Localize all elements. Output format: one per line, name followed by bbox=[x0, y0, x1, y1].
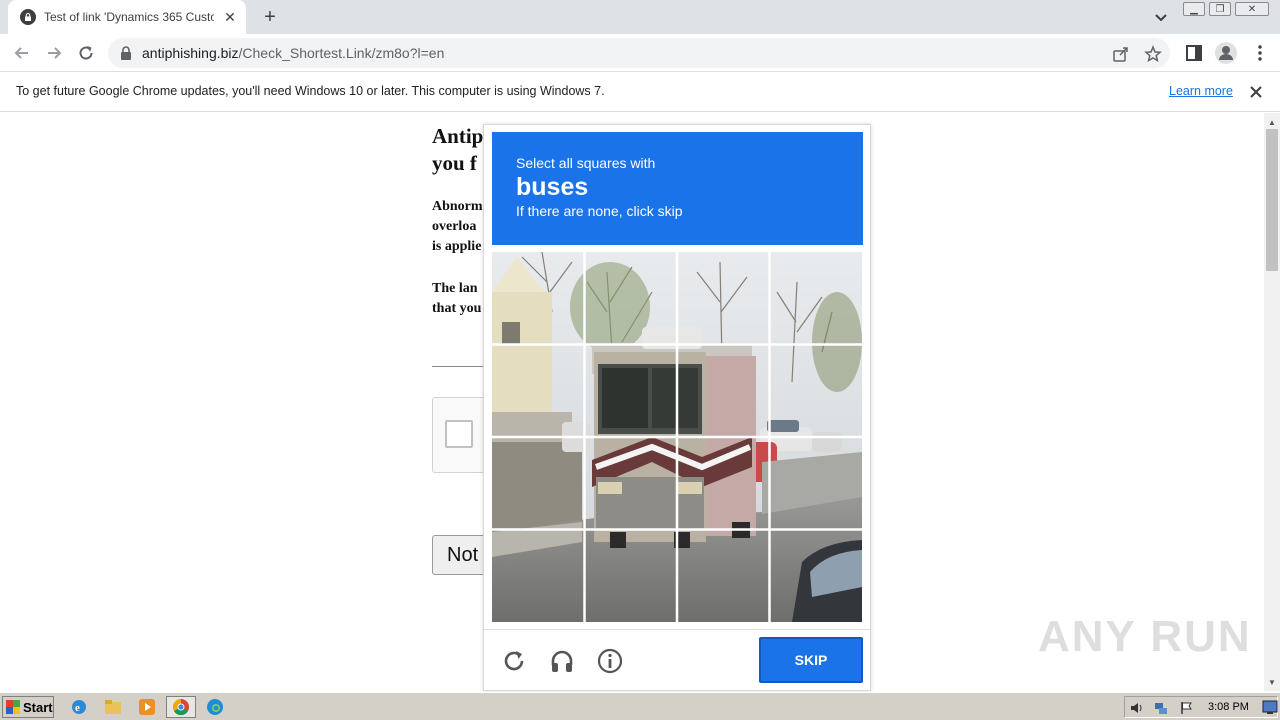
learn-more-link[interactable]: Learn more bbox=[1169, 84, 1233, 98]
reload-icon bbox=[79, 46, 93, 60]
reload-button[interactable] bbox=[74, 41, 98, 65]
windows-flag-icon bbox=[6, 700, 20, 714]
page-scrollbar[interactable]: ▲ ▼ bbox=[1264, 113, 1280, 691]
media-player-icon[interactable] bbox=[136, 697, 158, 717]
lock-icon[interactable] bbox=[120, 46, 132, 60]
scroll-up-arrow-icon[interactable]: ▲ bbox=[1264, 115, 1280, 129]
captcha-footer: SKIP bbox=[484, 629, 870, 691]
restore-window-button[interactable]: ❐ bbox=[1209, 2, 1231, 16]
street-bus-photo bbox=[492, 252, 862, 622]
internet-explorer-icon[interactable]: e bbox=[68, 697, 90, 717]
url-text[interactable]: antiphishing.biz/Check_Shortest.Link/zm8… bbox=[142, 45, 444, 61]
scroll-down-arrow-icon[interactable]: ▼ bbox=[1264, 675, 1280, 689]
captcha-image-grid bbox=[492, 252, 862, 622]
close-window-button[interactable]: ✕ bbox=[1235, 2, 1269, 16]
infobar-close-icon[interactable] bbox=[1248, 84, 1264, 100]
browser-toolbar: antiphishing.biz/Check_Shortest.Link/zm8… bbox=[0, 34, 1280, 72]
show-desktop-icon[interactable] bbox=[1262, 699, 1278, 715]
captcha-target-word: buses bbox=[516, 173, 589, 201]
taskbar-clock[interactable]: 3:08 PM bbox=[1208, 701, 1249, 713]
image-captcha-dialog: Select all squares with buses If there a… bbox=[483, 124, 871, 691]
menu-kebab-icon[interactable] bbox=[1250, 43, 1270, 63]
minimize-window-button[interactable]: ▁ bbox=[1183, 2, 1205, 16]
info-icon[interactable] bbox=[597, 648, 623, 674]
lock-favicon-icon bbox=[20, 9, 36, 25]
captcha-header: Select all squares with buses If there a… bbox=[492, 132, 863, 245]
audio-challenge-headphones-icon[interactable] bbox=[549, 648, 575, 674]
system-tray bbox=[1124, 696, 1278, 718]
scroll-thumb[interactable] bbox=[1266, 129, 1278, 271]
windows-taskbar: Start e 3:08 PM bbox=[0, 692, 1280, 720]
volume-icon[interactable] bbox=[1129, 700, 1145, 716]
start-button[interactable]: Start bbox=[2, 696, 54, 718]
edge-icon[interactable] bbox=[204, 697, 226, 717]
url-path: /Check_Shortest.Link/zm8o?l=en bbox=[238, 45, 445, 61]
side-panel-icon[interactable] bbox=[1184, 43, 1204, 63]
action-center-flag-icon[interactable] bbox=[1179, 700, 1195, 716]
back-arrow-icon bbox=[14, 47, 28, 59]
back-button[interactable] bbox=[10, 41, 34, 65]
tab-search-chevron-icon[interactable] bbox=[1152, 8, 1170, 26]
browser-tab[interactable]: Test of link 'Dynamics 365 Customer ✕ bbox=[8, 0, 246, 34]
profile-avatar-icon[interactable] bbox=[1214, 41, 1238, 65]
share-icon[interactable] bbox=[1112, 45, 1130, 63]
captcha-hint: If there are none, click skip bbox=[516, 203, 683, 219]
file-explorer-icon[interactable] bbox=[102, 697, 124, 717]
url-host: antiphishing.biz bbox=[142, 45, 239, 61]
network-icon[interactable] bbox=[1153, 700, 1169, 716]
bookmark-star-icon[interactable] bbox=[1144, 45, 1162, 63]
address-bar[interactable]: antiphishing.biz/Check_Shortest.Link/zm8… bbox=[108, 38, 1170, 68]
anyrun-watermark: ANY RUN bbox=[1038, 612, 1252, 661]
chrome-taskbar-button[interactable] bbox=[166, 696, 196, 718]
tab-strip: Test of link 'Dynamics 365 Customer ✕ + … bbox=[0, 0, 1280, 34]
captcha-checkbox[interactable] bbox=[445, 420, 473, 448]
new-tab-button[interactable]: + bbox=[258, 6, 282, 28]
refresh-captcha-icon[interactable] bbox=[501, 648, 527, 674]
infobar-message: To get future Google Chrome updates, you… bbox=[16, 84, 605, 98]
forward-button[interactable] bbox=[42, 41, 66, 65]
tab-close-icon[interactable]: ✕ bbox=[222, 9, 238, 25]
chrome-icon bbox=[172, 698, 189, 716]
start-label: Start bbox=[23, 699, 53, 715]
skip-button[interactable]: SKIP bbox=[759, 637, 863, 683]
forward-arrow-icon bbox=[48, 47, 62, 59]
tab-title: Test of link 'Dynamics 365 Customer bbox=[44, 10, 214, 24]
update-infobar: To get future Google Chrome updates, you… bbox=[0, 72, 1280, 112]
svg-text:e: e bbox=[75, 702, 80, 714]
captcha-instruction: Select all squares with bbox=[516, 155, 656, 171]
